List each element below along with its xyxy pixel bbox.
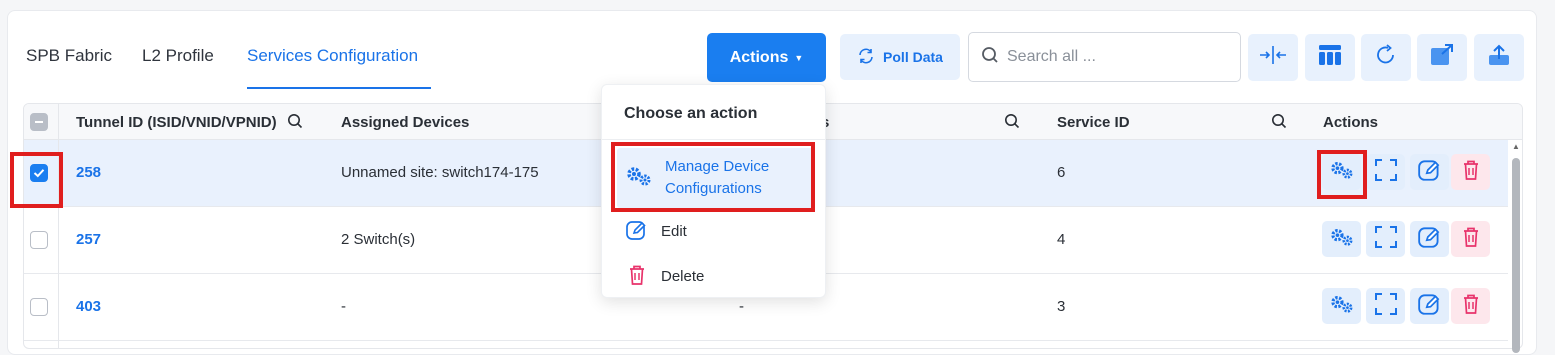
menu-item-label: Edit bbox=[661, 223, 687, 240]
tab-services-configuration[interactable]: Services Configuration bbox=[247, 46, 418, 66]
delete-button[interactable] bbox=[1451, 288, 1490, 324]
tunnel-id-search-icon[interactable] bbox=[287, 113, 303, 134]
highlight-manage-device-configurations bbox=[611, 142, 815, 212]
edit-icon bbox=[1417, 157, 1443, 188]
menu-item-delete[interactable]: Delete bbox=[617, 265, 813, 289]
service-id-cell: 4 bbox=[1057, 231, 1066, 248]
search-input[interactable] bbox=[1007, 48, 1227, 66]
checkbox-column-divider bbox=[58, 104, 59, 348]
column-layout-button[interactable] bbox=[1305, 34, 1355, 81]
service-id-search-icon[interactable] bbox=[1271, 113, 1287, 134]
tab-l2-profile[interactable]: L2 Profile bbox=[142, 46, 214, 66]
row-checkbox[interactable] bbox=[30, 298, 48, 316]
tunnel-id-link[interactable]: 257 bbox=[76, 231, 101, 248]
dropdown-divider bbox=[602, 139, 825, 140]
tab-spb-fabric[interactable]: SPB Fabric bbox=[26, 46, 112, 66]
dropdown-title: Choose an action bbox=[624, 105, 758, 122]
row-checkbox[interactable] bbox=[30, 231, 48, 249]
edit-button[interactable] bbox=[1410, 288, 1449, 324]
search-icon bbox=[981, 46, 999, 69]
edit-icon bbox=[625, 219, 649, 245]
expand-icon bbox=[1374, 292, 1398, 321]
refresh-button[interactable] bbox=[1361, 34, 1411, 81]
highlight-manage-config-row-action bbox=[1317, 150, 1367, 199]
edit-button[interactable] bbox=[1410, 154, 1449, 190]
collapse-columns-button[interactable] bbox=[1248, 34, 1298, 81]
actions-dropdown-button[interactable]: Actions ▼ bbox=[707, 33, 826, 82]
search-box[interactable] bbox=[968, 32, 1241, 82]
edit-icon bbox=[1417, 291, 1443, 322]
export-upload-icon bbox=[1488, 44, 1510, 71]
col-header-tunnel-id[interactable]: Tunnel ID (ISID/VNID/VPNID) bbox=[76, 114, 277, 131]
manage-config-button[interactable] bbox=[1322, 221, 1361, 257]
col3-cell: - bbox=[739, 298, 744, 315]
expand-button[interactable] bbox=[1366, 154, 1405, 190]
sync-icon bbox=[857, 47, 875, 68]
assigned-devices-cell: 2 Switch(s) bbox=[341, 231, 416, 248]
export-button[interactable] bbox=[1474, 34, 1524, 81]
open-external-button[interactable] bbox=[1417, 34, 1467, 81]
open-external-icon bbox=[1430, 44, 1454, 71]
refresh-icon bbox=[1375, 44, 1397, 71]
scroll-up-icon[interactable]: ▲ bbox=[1512, 142, 1520, 151]
trash-icon bbox=[625, 264, 649, 290]
select-all-checkbox[interactable] bbox=[30, 113, 48, 131]
gears-icon bbox=[1329, 294, 1355, 319]
active-tab-underline bbox=[247, 87, 431, 89]
highlight-row-checkbox bbox=[10, 152, 63, 208]
tunnel-id-link[interactable]: 403 bbox=[76, 298, 101, 315]
table-scrollbar[interactable]: ▲ bbox=[1509, 136, 1523, 353]
actions-button-label: Actions bbox=[729, 48, 789, 66]
caret-down-icon: ▼ bbox=[794, 52, 804, 63]
service-id-cell: 6 bbox=[1057, 164, 1066, 181]
edit-button[interactable] bbox=[1410, 221, 1449, 257]
col-header-assigned-devices[interactable]: Assigned Devices bbox=[341, 114, 469, 131]
menu-item-edit[interactable]: Edit bbox=[617, 220, 813, 244]
col-header-actions: Actions bbox=[1323, 114, 1379, 131]
expand-button[interactable] bbox=[1366, 288, 1405, 324]
trash-icon bbox=[1459, 225, 1483, 254]
gears-icon bbox=[1329, 227, 1355, 252]
service-id-cell: 3 bbox=[1057, 298, 1066, 315]
poll-data-button[interactable]: Poll Data bbox=[840, 34, 960, 80]
delete-button[interactable] bbox=[1451, 221, 1490, 257]
col3-search-icon[interactable] bbox=[1004, 113, 1020, 134]
manage-config-button[interactable] bbox=[1322, 288, 1361, 324]
collapse-columns-icon bbox=[1259, 45, 1287, 70]
col-header-service-id[interactable]: Service ID bbox=[1057, 114, 1130, 131]
assigned-devices-cell: - bbox=[341, 298, 346, 315]
assigned-devices-cell: Unnamed site: switch174-175 bbox=[341, 164, 539, 181]
trash-icon bbox=[1459, 292, 1483, 321]
poll-data-label: Poll Data bbox=[883, 49, 943, 65]
delete-button[interactable] bbox=[1451, 154, 1490, 190]
menu-item-label: Delete bbox=[661, 268, 705, 285]
expand-button[interactable] bbox=[1366, 221, 1405, 257]
column-layout-icon bbox=[1318, 44, 1342, 71]
tunnel-id-link[interactable]: 258 bbox=[76, 164, 101, 181]
expand-icon bbox=[1374, 225, 1398, 254]
edit-icon bbox=[1417, 224, 1443, 255]
expand-icon bbox=[1374, 158, 1398, 187]
scrollbar-thumb[interactable] bbox=[1512, 158, 1520, 353]
trash-icon bbox=[1459, 158, 1483, 187]
